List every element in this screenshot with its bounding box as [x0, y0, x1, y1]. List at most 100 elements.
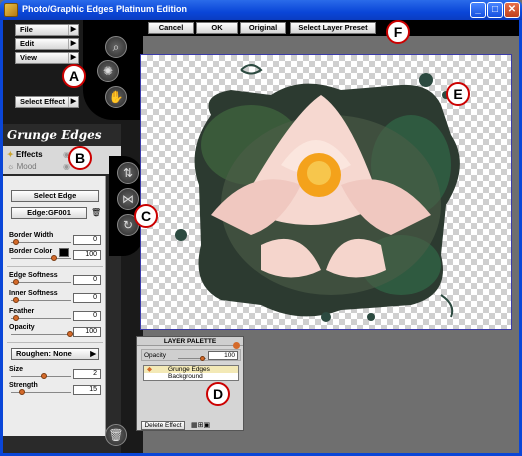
hand-icon[interactable]: ✋ [105, 86, 127, 108]
border-width-label: Border Width [9, 232, 54, 239]
inner-softness-slider[interactable] [11, 297, 71, 303]
chevron-right-icon: ▶ [68, 97, 78, 107]
roughen-label: Roughen: None [16, 349, 72, 358]
butterfly-icon[interactable]: ⋈ [117, 188, 139, 210]
close-button[interactable]: ✕ [504, 2, 520, 18]
chevron-right-icon: ▶ [68, 39, 78, 49]
slider-knob[interactable] [51, 255, 57, 261]
size-slider[interactable] [11, 373, 71, 379]
menu-file-label: File [20, 25, 33, 34]
select-layer-preset-button[interactable]: Select Layer Preset [290, 22, 376, 34]
inner-softness-label: Inner Softness [9, 290, 58, 297]
feather-value[interactable]: 0 [73, 311, 101, 321]
panel-tabs: ✦ Effects ☼ Mood ◉ ◉ [3, 146, 121, 174]
border-color-slider[interactable] [11, 255, 71, 261]
opacity-slider[interactable] [11, 331, 73, 337]
feather-label: Feather [9, 308, 35, 315]
tab-mood[interactable]: ☼ Mood [7, 162, 37, 171]
menu-edit-label: Edit [20, 39, 35, 48]
opacity-label: Opacity [9, 324, 35, 331]
maximize-button[interactable]: □ [487, 2, 503, 18]
rotate-icon[interactable]: ✺ [97, 60, 119, 82]
slider-knob[interactable] [13, 297, 19, 303]
slider-knob[interactable] [13, 239, 19, 245]
palette-opacity-value[interactable]: 100 [208, 351, 238, 360]
callout-c: C [134, 204, 158, 228]
border-width-slider[interactable] [11, 239, 71, 245]
chevron-right-icon: ▶ [90, 349, 96, 358]
layer-tools-icon[interactable]: ▦⊞▣ [191, 421, 210, 429]
opacity-value[interactable]: 100 [73, 327, 101, 337]
callout-e: E [446, 82, 470, 106]
layer-palette: LAYER PALETTE Opacity 100 ◆ Grunge Edges … [136, 336, 244, 431]
star-icon: ✦ [7, 150, 14, 159]
strength-label: Strength [9, 382, 38, 389]
tab-mood-label: Mood [16, 162, 37, 171]
slider-knob[interactable] [19, 389, 25, 395]
callout-a: A [62, 64, 86, 88]
edge-softness-slider[interactable] [11, 279, 71, 285]
size-label: Size [9, 366, 24, 373]
original-button[interactable]: Original [240, 22, 286, 34]
size-value[interactable]: 2 [73, 369, 101, 379]
slider-knob[interactable] [200, 356, 205, 361]
eye-icon[interactable]: ◆ [147, 366, 152, 373]
effect-settings: Select Edge Edge:GF001 🗑 Border Width 0 … [3, 176, 106, 436]
delete-effect-button[interactable]: Delete Effect [141, 421, 185, 430]
color-swatch[interactable] [59, 248, 69, 257]
minimize-button[interactable]: _ [470, 2, 486, 18]
border-color-value[interactable]: 100 [73, 250, 101, 260]
menu-file[interactable]: File ▶ [15, 24, 79, 36]
menu-view[interactable]: View ▶ [15, 52, 79, 64]
tab-effects[interactable]: ✦ Effects [7, 150, 43, 159]
mood-icon: ☼ [7, 162, 15, 171]
edge-softness-label: Edge Softness [9, 272, 58, 279]
border-color-label: Border Color [9, 248, 53, 255]
window-title: Photo/Graphic Edges Platinum Edition [22, 4, 188, 14]
palette-footer: Delete Effect ▦⊞▣ [141, 421, 241, 431]
slider-knob[interactable] [13, 315, 19, 321]
ok-button[interactable]: OK [196, 22, 238, 34]
layer-item[interactable]: Background [144, 373, 238, 380]
edge-softness-value[interactable]: 0 [73, 275, 101, 285]
slider-knob[interactable] [41, 373, 47, 379]
strength-slider[interactable] [11, 389, 71, 395]
roughen-dropdown[interactable]: Roughen: None ▶ [11, 348, 99, 360]
palette-opacity-slider[interactable] [178, 356, 206, 361]
panel-title: Grunge Edges [7, 128, 102, 142]
separator [7, 266, 103, 267]
chevron-right-icon: ▶ [68, 53, 78, 63]
inner-softness-value[interactable]: 0 [73, 293, 101, 303]
layer-name: Grunge Edges [168, 366, 210, 373]
trash-icon[interactable]: 🗑 [91, 208, 101, 217]
palette-opacity-row: Opacity 100 [141, 349, 241, 361]
border-width-value[interactable]: 0 [73, 235, 101, 245]
zoom-icon[interactable]: ⌕ [105, 36, 127, 58]
menu-select-effect-label: Select Effect [20, 97, 66, 106]
separator [7, 342, 103, 343]
feather-slider[interactable] [11, 315, 71, 321]
app-icon [4, 3, 18, 17]
chevron-right-icon: ▶ [68, 25, 78, 35]
layer-list: ◆ Grunge Edges Background [143, 365, 239, 381]
layer-item[interactable]: ◆ Grunge Edges [144, 366, 238, 373]
layer-name: Background [168, 373, 203, 380]
slider-knob[interactable] [13, 279, 19, 285]
swap-icon[interactable]: ⇅ [117, 162, 139, 184]
strength-value[interactable]: 15 [73, 385, 101, 395]
menu-edit[interactable]: Edit ▶ [15, 38, 79, 50]
palette-close-icon[interactable] [233, 342, 240, 349]
edge-name-field[interactable]: Edge:GF001 [11, 207, 87, 219]
action-bar: Cancel OK Original Select Layer Preset [143, 20, 519, 36]
callout-f: F [386, 20, 410, 44]
callout-b: B [68, 146, 92, 170]
trash-icon[interactable]: 🗑 [105, 424, 127, 446]
menu-select-effect[interactable]: Select Effect ▶ [15, 96, 79, 108]
title-bar: Photo/Graphic Edges Platinum Edition _ □… [0, 0, 522, 20]
select-edge-button[interactable]: Select Edge [11, 190, 99, 202]
cancel-button[interactable]: Cancel [148, 22, 194, 34]
tab-effects-label: Effects [15, 150, 43, 159]
palette-title: LAYER PALETTE [137, 337, 243, 346]
callout-d: D [206, 382, 230, 406]
palette-opacity-label: Opacity [144, 352, 167, 359]
